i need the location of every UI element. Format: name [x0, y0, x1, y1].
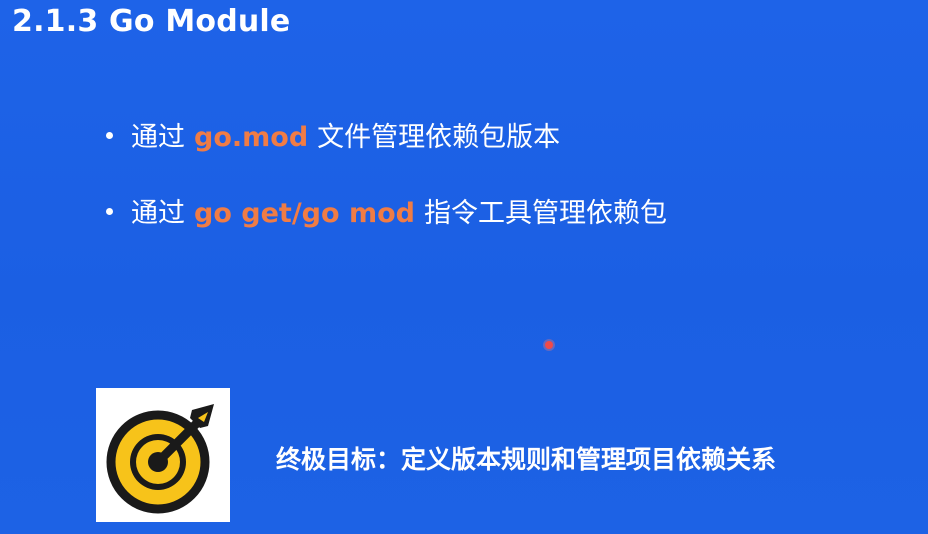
bullet-highlight: go.mod [194, 122, 309, 153]
bullet-dot-icon [106, 208, 113, 215]
slide: 2.1.3 Go Module 通过 go.mod 文件管理依赖包版本 通过 go g… [0, 0, 928, 534]
laser-pointer-dot [545, 341, 553, 349]
bullet-dot-icon [106, 132, 113, 139]
target-arrow-icon [106, 404, 214, 514]
bullet-text-prefix: 通过 [131, 198, 185, 229]
bullet-highlight: go get/go mod [194, 198, 415, 229]
bullet-list: 通过 go.mod 文件管理依赖包版本 通过 go get/go mod 指令工具管理依… [106, 114, 667, 266]
bullet-item-go-mod: 通过 go.mod 文件管理依赖包版本 [106, 114, 667, 162]
bullet-text-suffix: 文件管理依赖包版本 [317, 122, 561, 153]
bullet-item-go-get: 通过 go get/go mod 指令工具管理依赖包 [106, 190, 667, 238]
slide-title: 2.1.3 Go Module [12, 4, 291, 39]
goal-statement: 终极目标：定义版本规则和管理项目依赖关系 [276, 445, 777, 474]
bullet-text-suffix: 指令工具管理依赖包 [423, 198, 667, 229]
bullet-text-prefix: 通过 [131, 122, 185, 153]
goal-image [96, 388, 230, 522]
